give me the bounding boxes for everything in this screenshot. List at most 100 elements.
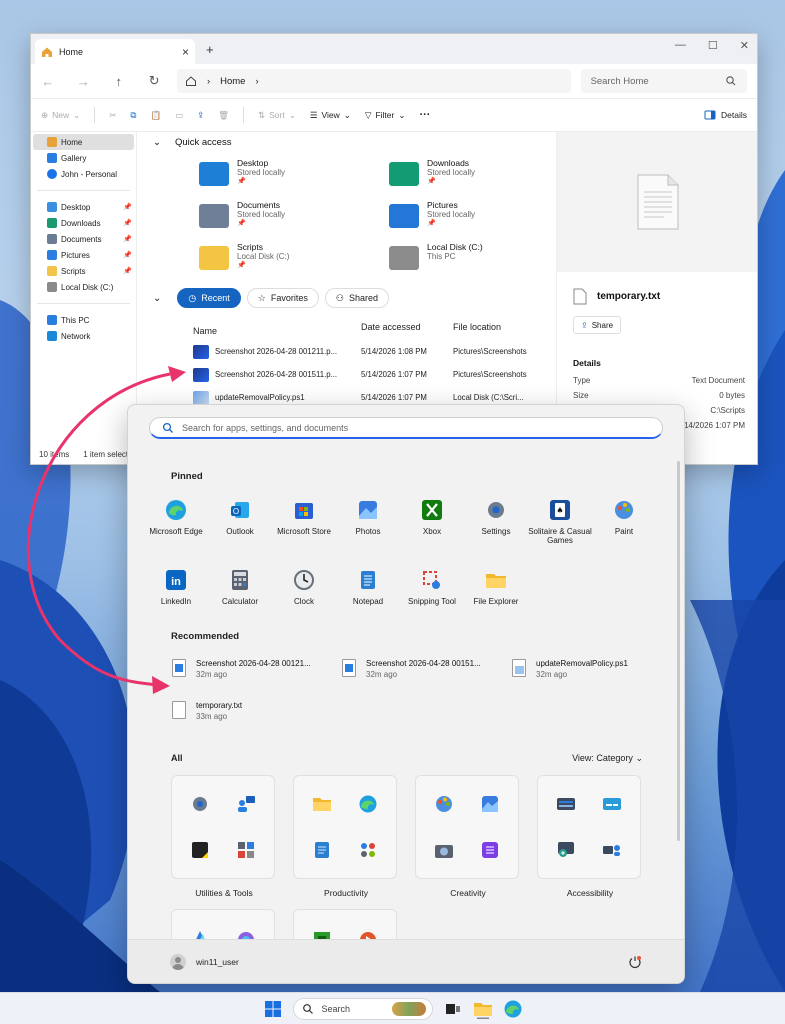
new-button[interactable]: ⊕ New ⌄ [41, 110, 80, 121]
start-scrollbar[interactable] [677, 461, 680, 841]
app-outlook[interactable]: O Outlook [208, 499, 272, 559]
task-view-icon[interactable] [443, 999, 463, 1019]
up-icon[interactable]: ↑ [112, 74, 125, 89]
tab-recent[interactable]: ◷ Recent [177, 288, 241, 308]
filter-button[interactable]: ▽ Filter ⌄ [365, 110, 406, 121]
app-label: File Explorer [473, 597, 519, 606]
quick-access-item[interactable]: Pictures Stored locally 📌 [389, 200, 559, 236]
chevron-down-icon[interactable]: ⌄ [153, 137, 161, 148]
app-notepad[interactable]: Notepad [336, 569, 400, 629]
maximize-icon[interactable]: ☐ [708, 39, 718, 52]
close-tab-icon[interactable]: × [182, 45, 189, 59]
new-tab-icon[interactable]: + [206, 42, 214, 57]
search-input[interactable]: Search Home [580, 69, 747, 93]
category-accessibility[interactable]: Accessibility [537, 775, 641, 898]
app-calculator[interactable]: Calculator [208, 569, 272, 629]
app-file-explorer[interactable]: File Explorer [464, 569, 528, 629]
back-icon[interactable]: ← [41, 74, 54, 89]
app-microsoft-store[interactable]: Microsoft Store [272, 499, 336, 559]
cut-icon[interactable]: ✂ [109, 110, 116, 121]
file-explorer-icon[interactable] [473, 999, 493, 1019]
xbox-icon [422, 500, 442, 520]
view-category-dropdown[interactable]: View: Category ⌄ [572, 753, 643, 764]
quick-access-item[interactable]: Downloads Stored locally 📌 [389, 158, 559, 194]
app-linkedin[interactable]: in LinkedIn [144, 569, 208, 629]
view-button[interactable]: ☰ View ⌄ [310, 110, 351, 121]
more-options-button[interactable]: ··· [419, 109, 430, 121]
column-header-name[interactable]: Name [193, 322, 361, 340]
forward-icon[interactable]: → [76, 74, 90, 89]
app-clock[interactable]: Clock [272, 569, 336, 629]
app-photos[interactable]: Photos [336, 499, 400, 559]
user-account-button[interactable]: win11_user [170, 953, 239, 970]
delete-icon[interactable]: 🗑 [218, 110, 229, 121]
app-paint[interactable]: Paint [592, 499, 656, 559]
command-bar: ⊕ New ⌄ ✂ ⧉ 📋 ▭ ⇪ 🗑 ⇅ Sort ⌄ ☰ View ⌄ ▽ … [31, 98, 757, 132]
sidebar-item-onedrive[interactable]: John - Personal [31, 166, 136, 182]
quick-access-item[interactable]: Scripts Local Disk (C:) 📌 [199, 242, 389, 278]
recommended-item[interactable]: Screenshot 2026-04-28 00121... 32m ago [172, 659, 342, 689]
item-name: Local Disk (C:) [427, 242, 483, 252]
column-header-date[interactable]: Date accessed [361, 322, 453, 340]
quick-assist-icon [238, 796, 255, 812]
details-button[interactable]: Details [704, 109, 747, 121]
chevron-right-icon[interactable]: › [255, 76, 258, 87]
sidebar-item-documents[interactable]: Documents 📌 [31, 231, 136, 247]
tab-home[interactable]: Home × [35, 39, 195, 64]
breadcrumb[interactable]: Home [220, 76, 245, 87]
column-header-location[interactable]: File location [453, 322, 553, 340]
table-row[interactable]: Screenshot 2026-04-28 001511.p... 5/14/2… [193, 363, 553, 386]
close-window-icon[interactable]: ✕ [740, 39, 749, 52]
sidebar-item-downloads[interactable]: Downloads 📌 [31, 215, 136, 231]
recommended-item[interactable]: temporary.txt 33m ago [172, 701, 342, 731]
refresh-icon[interactable]: ↻ [147, 73, 160, 89]
recommended-item[interactable]: Screenshot 2026-04-28 00151... 32m ago [342, 659, 512, 689]
quick-access-item[interactable]: Documents Stored locally 📌 [199, 200, 389, 236]
app-label: LinkedIn [160, 597, 192, 606]
sidebar-item-network[interactable]: Network [31, 328, 136, 344]
app-snipping-tool[interactable]: Snipping Tool [400, 569, 464, 629]
address-bar[interactable]: › Home › [176, 69, 571, 93]
sidebar-item-pictures[interactable]: Pictures 📌 [31, 247, 136, 263]
rename-icon[interactable]: ▭ [175, 110, 183, 121]
drive-icon [389, 246, 419, 270]
sort-button[interactable]: ⇅ Sort ⌄ [258, 110, 296, 121]
chevron-down-icon[interactable]: ⌄ [153, 293, 161, 304]
power-icon[interactable] [628, 955, 642, 969]
tab-favorites[interactable]: ☆ Favorites [246, 288, 319, 308]
copy-icon[interactable]: ⧉ [130, 110, 136, 121]
category-label: Accessibility [566, 888, 614, 898]
windows-start-icon[interactable] [263, 999, 283, 1019]
category-utilities-tools[interactable]: Utilities & Tools [171, 775, 275, 898]
all-heading: All [171, 753, 183, 763]
quick-access-header[interactable]: ⌄ Quick access [141, 133, 231, 151]
sidebar-item-home[interactable]: Home [33, 134, 134, 150]
sidebar-item-local-disk[interactable]: Local Disk (C:) [31, 279, 136, 295]
sidebar-item-scripts[interactable]: Scripts 📌 [31, 263, 136, 279]
app-label: Paint [614, 527, 634, 536]
recommended-item[interactable]: updateRemovalPolicy.ps1 32m ago [512, 659, 662, 689]
category-creativity[interactable]: Creativity [415, 775, 519, 898]
sidebar-item-desktop[interactable]: Desktop 📌 [31, 199, 136, 215]
app-settings[interactable]: Settings [464, 499, 528, 559]
app-solitaire[interactable]: ♠ Solitaire & Casual Games [528, 499, 592, 559]
share-icon[interactable]: ⇪ [197, 110, 204, 121]
app-microsoft-edge[interactable]: Microsoft Edge [144, 499, 208, 559]
paste-icon[interactable]: 📋 [150, 110, 161, 121]
share-button[interactable]: ⇪ Share [573, 316, 622, 334]
tab-shared[interactable]: ⚇ Shared [324, 288, 389, 308]
start-search-input[interactable]: Search for apps, settings, and documents [149, 417, 663, 439]
sidebar-item-gallery[interactable]: Gallery [31, 150, 136, 166]
app-xbox[interactable]: Xbox [400, 499, 464, 559]
edge-icon[interactable] [503, 999, 523, 1019]
taskbar-search[interactable]: Search [292, 997, 433, 1020]
table-row[interactable]: Screenshot 2026-04-28 001211.p... 5/14/2… [193, 340, 553, 363]
section-title: Quick access [174, 136, 232, 148]
paint-icon [615, 501, 633, 519]
quick-access-item[interactable]: Desktop Stored locally 📌 [199, 158, 389, 194]
sidebar-item-this-pc[interactable]: This PC [31, 312, 136, 328]
category-productivity[interactable]: Productivity [293, 775, 397, 898]
minimize-icon[interactable]: — [675, 39, 686, 52]
quick-access-item[interactable]: Local Disk (C:) This PC [389, 242, 559, 278]
photos-icon [482, 796, 498, 812]
